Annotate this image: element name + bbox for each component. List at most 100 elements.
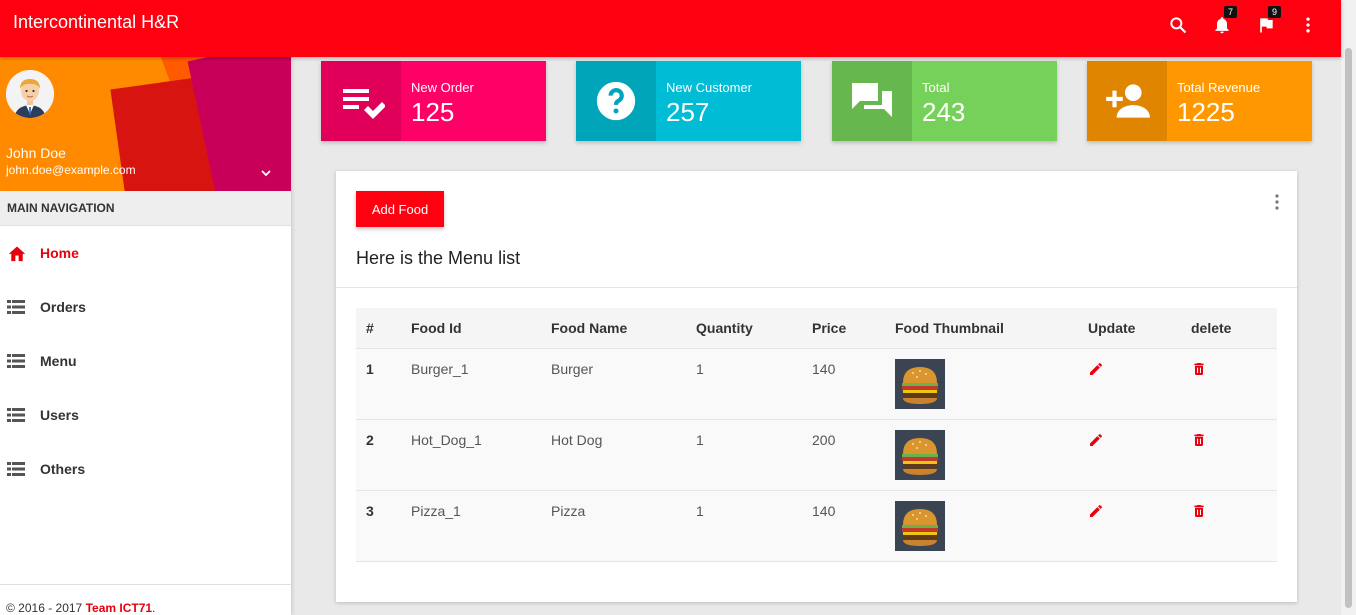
column-header[interactable]: Update — [1078, 308, 1181, 349]
card-title: Here is the Menu list — [356, 248, 521, 268]
top-navbar: Intercontinental H&R 7 9 — [0, 0, 1341, 57]
notifications-badge: 7 — [1224, 6, 1237, 18]
edit-pencil-icon[interactable] — [1088, 432, 1104, 451]
trash-icon[interactable] — [1191, 432, 1207, 451]
app-title[interactable]: Intercontinental H&R — [13, 12, 179, 33]
user-email: john.doe@example.com — [6, 163, 136, 177]
stat-value: 125 — [411, 97, 455, 127]
food-id-cell: Burger_1 — [401, 348, 541, 420]
table-row: 1 Burger_1 Burger 1 140 — [356, 348, 1277, 420]
thumbnail-cell — [885, 490, 1078, 562]
more-vert-icon[interactable] — [1272, 193, 1282, 216]
sidebar-item-label: Home — [40, 245, 79, 261]
team-link[interactable]: Team ICT71 — [86, 601, 152, 615]
flag-button[interactable]: 9 — [1253, 6, 1281, 38]
update-cell — [1078, 419, 1181, 491]
column-header[interactable]: Food Name — [541, 308, 686, 349]
stat-value: 257 — [666, 97, 710, 127]
home-icon — [7, 244, 27, 262]
menu-list-card: Add Food Here is the Menu list # Food Id… — [336, 171, 1297, 602]
edit-pencil-icon[interactable] — [1088, 361, 1104, 380]
divider — [336, 287, 1297, 288]
quantity-cell: 1 — [686, 419, 802, 491]
table-header-row: # Food Id Food Name Quantity Price Food … — [356, 308, 1277, 349]
food-thumbnail-image[interactable] — [895, 429, 945, 480]
list-icon — [7, 462, 27, 476]
thumbnail-cell — [885, 419, 1078, 491]
quantity-cell: 1 — [686, 490, 802, 562]
playlist-check-icon — [321, 61, 401, 141]
info-box-new-order: New Order 125 — [321, 61, 546, 141]
person-add-icon — [1087, 61, 1167, 141]
row-number: 2 — [356, 419, 401, 491]
copyright-suffix: . — [152, 601, 156, 615]
row-number: 3 — [356, 490, 401, 562]
food-thumbnail-image[interactable] — [895, 358, 945, 409]
left-sidebar: John Doe john.doe@example.com MAIN NAVIG… — [0, 57, 291, 615]
sidebar-item-label: Menu — [40, 353, 77, 369]
food-name-cell: Hot Dog — [541, 419, 686, 491]
menu-table: # Food Id Food Name Quantity Price Food … — [356, 308, 1277, 562]
sidebar-item-label: Others — [40, 461, 86, 477]
food-name-cell: Burger — [541, 348, 686, 420]
sidebar-item-others[interactable]: Others — [0, 442, 291, 496]
list-icon — [7, 408, 27, 422]
info-box-new-customer: New Customer 257 — [576, 61, 801, 141]
edit-pencil-icon[interactable] — [1088, 503, 1104, 522]
column-header[interactable]: Food Id — [401, 308, 541, 349]
sidebar-item-users[interactable]: Users — [0, 388, 291, 442]
search-icon[interactable] — [1165, 12, 1191, 38]
stat-label: New Order — [411, 80, 474, 95]
sidebar-item-menu[interactable]: Menu — [0, 334, 291, 388]
avatar[interactable] — [6, 70, 54, 118]
sidebar-item-label: Users — [40, 407, 79, 423]
update-cell — [1078, 490, 1181, 562]
row-number: 1 — [356, 348, 401, 420]
thumbnail-cell — [885, 348, 1078, 420]
delete-cell — [1181, 348, 1277, 420]
food-id-cell: Pizza_1 — [401, 490, 541, 562]
column-header[interactable]: Price — [802, 308, 885, 349]
sidebar-item-home[interactable]: Home — [0, 226, 291, 280]
user-name: John Doe — [6, 145, 66, 161]
table-row: 3 Pizza_1 Pizza 1 140 — [356, 490, 1277, 562]
more-vert-icon[interactable] — [1295, 12, 1321, 38]
price-cell: 140 — [802, 348, 885, 420]
delete-cell — [1181, 419, 1277, 491]
info-box-total-revenue: Total Revenue 1225 — [1087, 61, 1312, 141]
trash-icon[interactable] — [1191, 361, 1207, 380]
list-icon — [7, 354, 27, 368]
sidebar-item-label: Orders — [40, 299, 86, 315]
price-cell: 200 — [802, 419, 885, 491]
list-icon — [7, 300, 27, 314]
stat-value: 243 — [922, 97, 966, 127]
price-cell: 140 — [802, 490, 885, 562]
chevron-down-icon[interactable] — [258, 165, 274, 186]
trash-icon[interactable] — [1191, 503, 1207, 522]
footer-copyright: © 2016 - 2017 Team ICT71. — [0, 584, 291, 615]
column-header[interactable]: # — [356, 308, 401, 349]
quantity-cell: 1 — [686, 348, 802, 420]
delete-cell — [1181, 490, 1277, 562]
stat-label: New Customer — [666, 80, 752, 95]
copyright-text: © 2016 - 2017 — [6, 601, 86, 615]
nav-header: MAIN NAVIGATION — [0, 191, 291, 226]
help-icon — [576, 61, 656, 141]
column-header[interactable]: Food Thumbnail — [885, 308, 1078, 349]
food-id-cell: Hot_Dog_1 — [401, 419, 541, 491]
scrollbar-thumb[interactable] — [1345, 48, 1352, 608]
tasks-badge: 9 — [1268, 6, 1281, 18]
column-header[interactable]: delete — [1181, 308, 1277, 349]
info-box-total: Total 243 — [832, 61, 1057, 141]
forum-icon — [832, 61, 912, 141]
table-row: 2 Hot_Dog_1 Hot Dog 1 200 — [356, 419, 1277, 491]
update-cell — [1078, 348, 1181, 420]
food-thumbnail-image[interactable] — [895, 500, 945, 551]
notifications-button[interactable]: 7 — [1209, 6, 1237, 38]
sidebar-item-orders[interactable]: Orders — [0, 280, 291, 334]
add-food-button[interactable]: Add Food — [356, 191, 444, 227]
user-info-panel: John Doe john.doe@example.com — [0, 57, 291, 191]
flag-icon — [1260, 18, 1273, 33]
stat-value: 1225 — [1177, 97, 1235, 127]
column-header[interactable]: Quantity — [686, 308, 802, 349]
